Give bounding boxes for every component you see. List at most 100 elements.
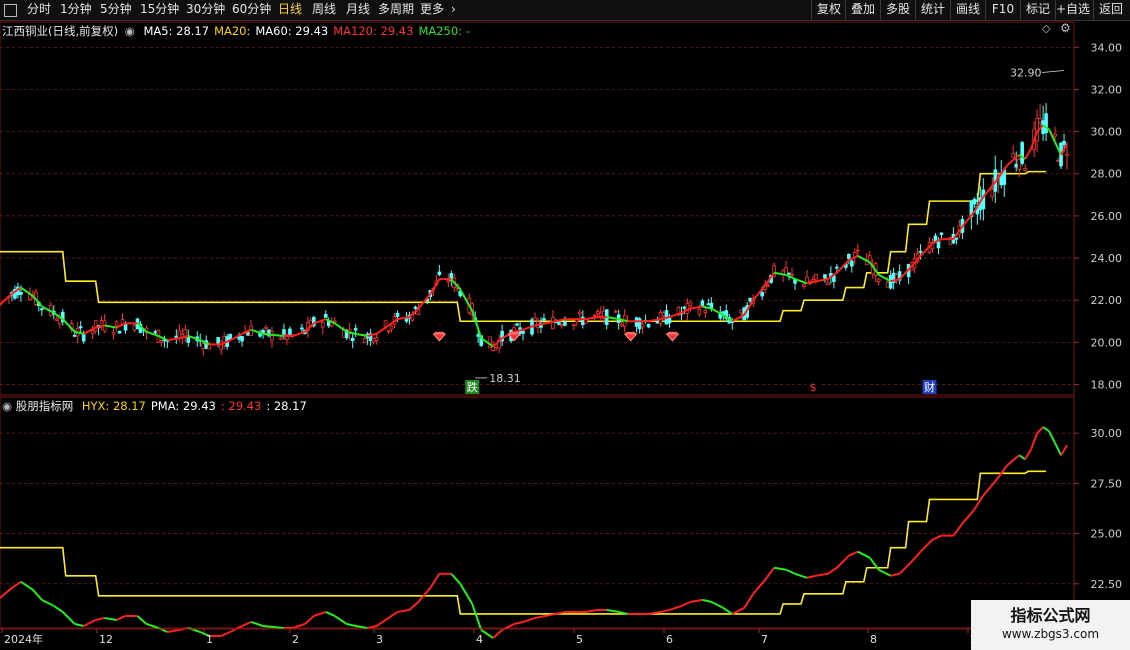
main-y-tick-0: 34.00 — [1091, 41, 1123, 54]
candle-body — [936, 241, 941, 249]
pma-segment — [836, 554, 850, 569]
candle-body — [990, 188, 995, 198]
main-y-tick-6: 22.00 — [1091, 294, 1123, 307]
low-label: 18.31 — [489, 372, 521, 385]
pma-segment — [848, 550, 859, 557]
gem-signal-icon-top — [624, 331, 637, 334]
candle-body — [939, 232, 944, 235]
gem-signal-icon-top — [666, 331, 679, 334]
candle-body — [78, 326, 83, 329]
candle-body — [72, 334, 77, 337]
candle-body — [790, 273, 794, 276]
candle-body — [682, 306, 687, 309]
candle-body — [1020, 142, 1024, 164]
pma-segment — [83, 619, 97, 627]
pma-segment — [1030, 432, 1039, 450]
candle-body — [542, 318, 546, 321]
sub-panel-item-3: : 28.17 — [266, 399, 307, 413]
candle-body — [954, 237, 959, 240]
candle-body — [1065, 153, 1069, 156]
main-y-tick-1: 32.00 — [1091, 83, 1123, 96]
pma-segment — [346, 623, 356, 627]
date-label-2: 1 — [206, 633, 213, 646]
pma-segment — [417, 587, 432, 603]
stock-title[interactable]: 江西铜业(日线,前复权) — [2, 24, 118, 38]
candle-body — [760, 292, 764, 297]
candle-body — [111, 331, 116, 335]
diamond-icon[interactable]: ◇ — [1042, 22, 1050, 35]
pma-segment — [681, 600, 691, 607]
event-marker-1: $ — [809, 381, 816, 394]
date-label-1: 12 — [99, 633, 113, 646]
pma-segment — [292, 623, 306, 629]
watermark: 指标公式网 www.zbgs3.com — [971, 600, 1130, 650]
date-label-0: 2024年 — [4, 632, 43, 646]
pma-segment — [890, 572, 900, 577]
candle-body — [1017, 159, 1021, 170]
pma-segment — [408, 601, 420, 611]
candle-body — [386, 330, 391, 333]
candle-body — [640, 323, 645, 328]
candle-body — [1053, 133, 1057, 137]
date-label-9: 8 — [870, 633, 877, 646]
candle-body — [578, 311, 582, 315]
gem-signal-icon — [623, 333, 638, 342]
candle-body — [595, 310, 600, 315]
gear-icon[interactable]: ⚙ — [1060, 21, 1071, 35]
candle-body — [323, 313, 328, 318]
ma-segment — [1024, 147, 1033, 160]
candle-body — [1062, 140, 1066, 145]
pma-segment — [606, 608, 619, 613]
pma-segment — [785, 568, 796, 575]
sub-panel-item-1: PMA: 29.43 — [150, 399, 216, 413]
date-label-3: 2 — [292, 633, 299, 646]
pma-segment — [722, 607, 733, 615]
candle-body — [557, 322, 561, 325]
main-panel-item-4: MA250: - — [418, 24, 470, 38]
indicator-title[interactable]: 股朋指标网 — [16, 399, 74, 413]
pma-segment — [752, 579, 766, 595]
ma-segment — [417, 293, 432, 310]
main-panel-frame — [0, 21, 1075, 396]
chart-canvas[interactable]: 32.90 18.31 跌 $ 财 34.00 32.00 30.00 28.00 26.00 2… — [0, 0, 1130, 650]
candle-body — [551, 317, 555, 330]
candle-body — [264, 326, 268, 329]
settings-icon[interactable]: ◉ — [125, 24, 135, 38]
pma-segment — [62, 611, 76, 625]
pma-segment — [522, 617, 536, 623]
candle-body — [93, 320, 98, 332]
indicator-settings-icon[interactable]: ◉ — [2, 399, 12, 413]
pma-segment — [702, 598, 712, 603]
pma-segment — [1054, 442, 1062, 456]
candle-body — [706, 303, 711, 306]
pma-segment — [710, 600, 724, 609]
candle-body — [823, 274, 827, 279]
candle-body — [646, 323, 651, 328]
pma-segment — [492, 629, 503, 639]
candle-body — [413, 306, 418, 309]
main-y-tick-2: 30.00 — [1091, 126, 1123, 139]
pma-segment — [0, 587, 13, 599]
watermark-url: www.zbgs3.com — [1001, 627, 1100, 641]
pma-segment — [731, 607, 745, 615]
candle-body — [688, 301, 693, 307]
high-label: 32.90 — [1010, 66, 1042, 79]
pma-segment — [104, 616, 117, 621]
candle-body — [362, 337, 367, 344]
candle-body — [216, 337, 220, 345]
pma-segment — [32, 589, 43, 601]
candle-body — [835, 266, 839, 269]
candle-body — [655, 320, 660, 324]
date-label-4: 3 — [376, 633, 383, 646]
pma-segment — [1036, 426, 1044, 434]
pma-segment — [743, 593, 755, 609]
pma-segment — [304, 615, 315, 625]
candle-body — [114, 321, 119, 326]
candle-body — [288, 328, 292, 335]
candle-body — [201, 343, 206, 349]
candle-body — [563, 321, 567, 326]
candle-body — [533, 317, 537, 321]
watermark-title: 指标公式网 — [1010, 606, 1091, 625]
candle-body — [592, 314, 597, 317]
candle-body — [40, 308, 44, 311]
